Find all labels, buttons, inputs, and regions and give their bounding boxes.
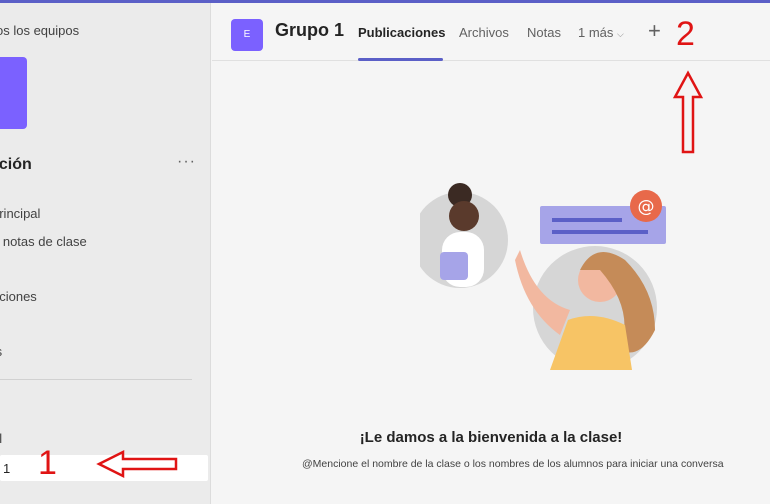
welcome-subtitle: @Mencione el nombre de la clase o los no… bbox=[302, 458, 724, 470]
chevron-down-icon: ⌵ bbox=[617, 29, 624, 39]
add-tab-icon[interactable]: + bbox=[648, 18, 661, 44]
annotation-arrow-left-icon bbox=[96, 449, 178, 479]
nav-item-assignments[interactable]: aciones bbox=[0, 289, 37, 304]
welcome-title: ¡Le damos a la bienvenida a la clase! bbox=[359, 429, 623, 446]
tab-more-label: 1 más bbox=[578, 25, 614, 40]
channel-header: E Grupo 1 Publicaciones Archivos Notas 1… bbox=[212, 3, 770, 61]
active-tab-indicator bbox=[358, 58, 443, 61]
tab-notas[interactable]: Notas bbox=[527, 25, 561, 40]
annotation-number-1: 1 bbox=[38, 444, 57, 482]
group-avatar: E bbox=[231, 19, 263, 51]
nav-item-class-notebook[interactable]: e notas de clase bbox=[0, 234, 87, 249]
welcome-illustration: @ bbox=[420, 183, 666, 370]
svg-text:@: @ bbox=[638, 197, 655, 217]
channel-label: 1 bbox=[3, 461, 11, 476]
team-name: ación bbox=[0, 156, 32, 173]
group-title: Grupo 1 bbox=[275, 20, 345, 40]
nav-item-insights[interactable]: ts bbox=[0, 344, 2, 359]
all-teams-link[interactable]: os los equipos bbox=[0, 23, 79, 38]
tab-publicaciones[interactable]: Publicaciones bbox=[358, 25, 445, 40]
more-options-icon[interactable]: ··· bbox=[177, 153, 196, 171]
sidebar: os los equipos ación ··· principal e not… bbox=[0, 3, 211, 504]
team-avatar bbox=[0, 57, 27, 129]
annotation-number-2: 2 bbox=[676, 15, 695, 53]
sidebar-divider bbox=[0, 379, 192, 380]
back-label: os los equipos bbox=[0, 23, 80, 38]
channel-general[interactable]: al bbox=[0, 431, 2, 446]
nav-item-principal[interactable]: principal bbox=[0, 206, 40, 221]
annotation-arrow-up-icon bbox=[672, 70, 704, 154]
tab-more[interactable]: 1 más ⌵ bbox=[578, 25, 624, 40]
tab-archivos[interactable]: Archivos bbox=[459, 25, 509, 40]
